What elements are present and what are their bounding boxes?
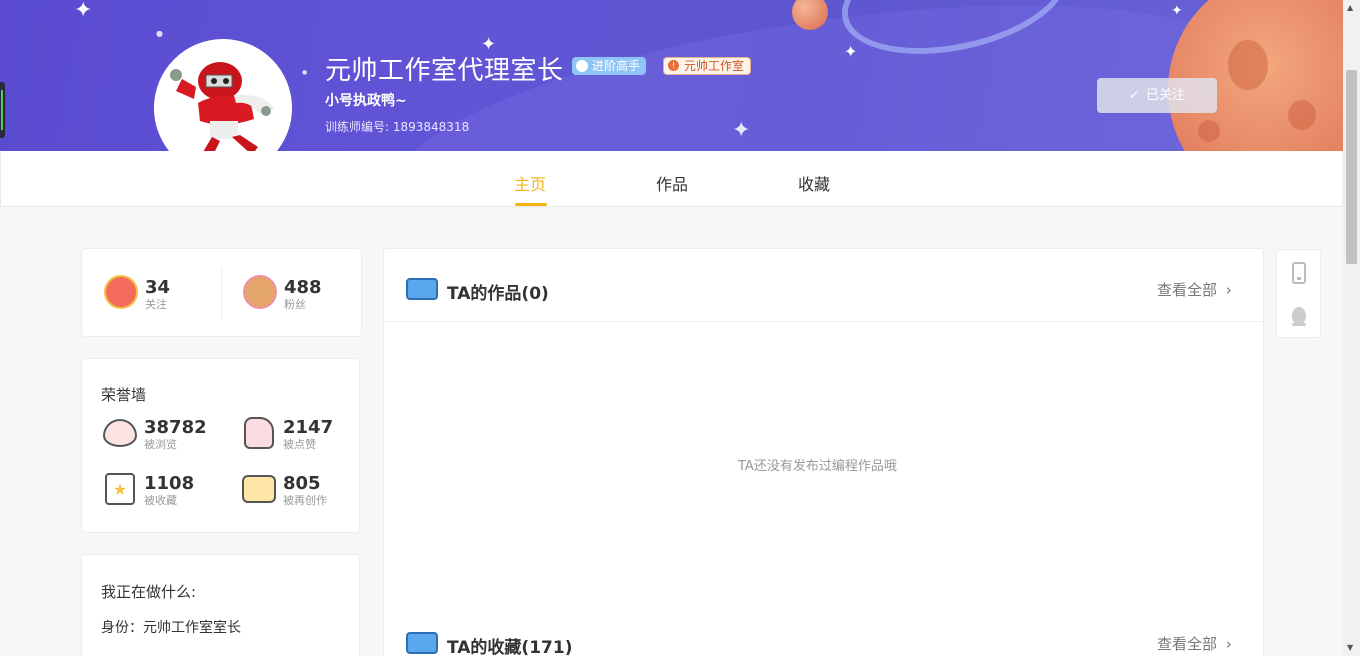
trainer-id: 训练师编号: 1893848318 [325,120,470,134]
fans-label[interactable]: 粉丝 [284,296,306,312]
likes-label: 被点赞 [283,438,316,451]
star-box-icon: ★ [105,473,135,505]
honor-wall-title: 荣誉墙 [101,386,147,404]
scroll-up-icon[interactable]: ▲ [1347,3,1353,12]
studio-badge-label: 元帅工作室 [684,59,745,73]
star-icon: ✦ [74,0,93,23]
studio-badge-icon: ! [668,60,679,71]
planet-decoration [1168,0,1343,151]
studio-badge[interactable]: ! 元帅工作室 [663,57,752,75]
tab-home[interactable]: 主页 [514,171,546,195]
works-title: TA的作品(0) [447,284,549,304]
likes-count: 2147 [283,417,334,438]
following-count[interactable]: 34 [145,277,170,298]
following-label[interactable]: 关注 [145,296,167,312]
fans-count[interactable]: 488 [284,277,322,298]
fans-icon[interactable] [243,275,277,309]
star-icon: ✦ [732,118,751,143]
works-empty-message: TA还没有发布过编程作品哦 [738,459,897,474]
followed-button-label: 已关注 [1145,88,1185,103]
tab-works[interactable]: 作品 [656,171,688,195]
active-tab-indicator [515,203,547,206]
following-icon[interactable] [104,275,138,309]
doing-card: 我正在做什么: 身份：元帅工作室室长 [81,554,360,656]
star-icon: ✦ [1171,3,1183,19]
recreate-icon [242,475,276,503]
eye-icon [103,419,137,447]
chevron-right-icon: › [1225,635,1232,653]
favorites-section-icon [406,632,438,654]
favorites-see-all-label: 查看全部 [1157,635,1218,653]
recreations-label: 被再创作 [283,494,327,507]
advanced-badge[interactable]: 进阶高手 [572,57,647,75]
follow-stats-card: 34 关注 488 粉丝 [81,248,362,337]
doing-title: 我正在做什么: [101,583,197,601]
advanced-badge-label: 进阶高手 [592,59,641,73]
section-divider [384,321,1263,322]
scroll-down-icon[interactable]: ▼ [1347,643,1353,652]
views-count: 38782 [144,417,207,438]
profile-tabbar: 主页 作品 收藏 [0,151,1343,207]
recreations-count: 805 [283,473,321,494]
divider [221,267,222,319]
profile-name: 元帅工作室代理室长 [325,56,564,86]
works-see-all-link[interactable]: 查看全部 › [1157,279,1232,300]
side-floating-tab[interactable] [0,82,5,138]
works-section-icon [406,278,438,300]
qq-icon[interactable] [1289,306,1309,328]
works-card: TA的作品(0) 查看全部 › TA还没有发布过编程作品哦 TA的收藏(171)… [383,248,1264,656]
badge-icon [576,60,588,72]
side-tools [1276,249,1321,338]
mobile-icon[interactable] [1289,262,1309,284]
page-scrollbar[interactable]: ▲ ▼ [1343,0,1360,656]
check-icon: ✓ [1129,88,1140,103]
followed-button[interactable]: ✓ 已关注 [1097,78,1217,113]
star-icon: ● [302,69,308,76]
star-icon: ✦ [844,42,858,61]
honor-wall-card: 荣誉墙 38782 被浏览 2147 被点赞 ★ 1108 被收藏 805 被再… [81,358,360,533]
star-icon: ● [156,29,163,38]
tab-favorites[interactable]: 收藏 [798,171,830,195]
works-see-all-label: 查看全部 [1157,281,1218,299]
chevron-right-icon: › [1225,281,1232,299]
thumbs-up-icon [244,417,274,449]
scrollbar-thumb[interactable] [1346,70,1357,264]
views-label: 被浏览 [144,438,177,451]
doing-identity: 身份：元帅工作室室长 [101,620,241,636]
favorites-label: 被收藏 [144,494,177,507]
profile-signature: 小号执政鸭~ [325,93,407,109]
favorites-see-all-link[interactable]: 查看全部 › [1157,633,1232,654]
favorites-title: TA的收藏(171) [447,638,573,656]
favorites-count: 1108 [144,473,195,494]
